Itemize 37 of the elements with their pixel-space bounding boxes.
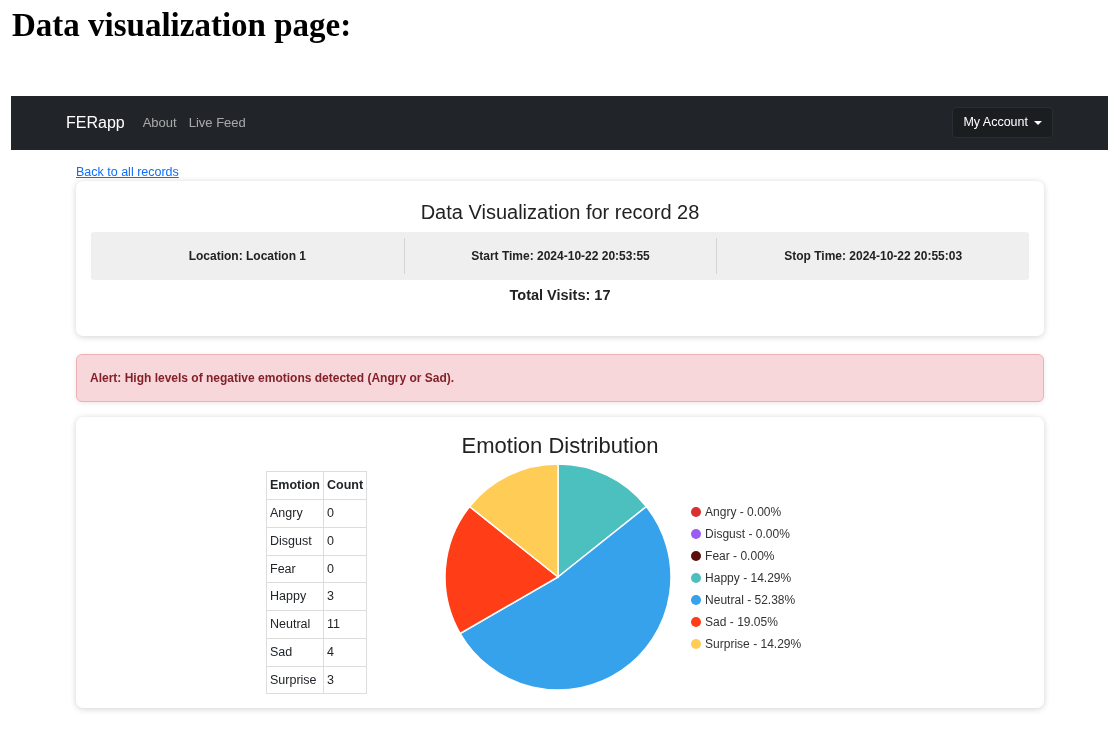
column-header: Count	[323, 472, 367, 500]
table-cell: Neutral	[266, 610, 324, 639]
column-header: Emotion	[266, 472, 324, 500]
legend-label: Happy - 14.29%	[705, 570, 792, 588]
table-cell: Disgust	[266, 527, 324, 556]
legend-label: Fear - 0.00%	[705, 548, 775, 566]
table-cell: Fear	[266, 555, 324, 583]
chart-title: Emotion Distribution	[460, 432, 660, 460]
legend-label: Sad - 19.05%	[705, 614, 778, 632]
brand-link[interactable]: FERapp	[66, 110, 125, 135]
info-item: Stop Time: 2024-10-22 20:55:03	[716, 238, 1029, 275]
table-cell: Surprise	[266, 666, 324, 694]
page-heading: Data visualization page:	[12, 6, 353, 45]
nav-link[interactable]: Live Feed	[188, 112, 246, 133]
table-cell: 3	[323, 583, 367, 611]
record-title: Data Visualization for record 28	[419, 200, 701, 226]
legend-label: Neutral - 52.38%	[705, 592, 796, 610]
table-cell: 3	[323, 666, 367, 694]
account-dropdown[interactable]: My Account	[952, 107, 1053, 138]
legend-label: Surprise - 14.29%	[705, 636, 802, 654]
table-cell: 0	[323, 527, 367, 556]
table-cell: 0	[323, 499, 367, 528]
legend-label: Disgust - 0.00%	[705, 526, 790, 544]
table-cell: 4	[323, 638, 367, 667]
table-cell: 11	[323, 610, 367, 639]
nav-link[interactable]: About	[142, 112, 177, 133]
table-cell: Happy	[266, 583, 324, 611]
alert-message: Alert: High levels of negative emotions detected (Angry or Sad).	[76, 354, 1044, 403]
table-cell: 0	[323, 555, 367, 583]
caret-icon	[1034, 120, 1042, 125]
legend-label: Angry - 0.00%	[705, 504, 782, 522]
info-item: Location: Location 1	[187, 248, 307, 266]
back-link[interactable]: Back to all records	[76, 162, 179, 182]
info-item: Start Time: 2024-10-22 20:53:55	[403, 238, 717, 275]
total-visits: Total Visits: 17	[508, 286, 612, 306]
table-cell: Sad	[266, 638, 324, 667]
table-cell: Angry	[266, 499, 324, 528]
